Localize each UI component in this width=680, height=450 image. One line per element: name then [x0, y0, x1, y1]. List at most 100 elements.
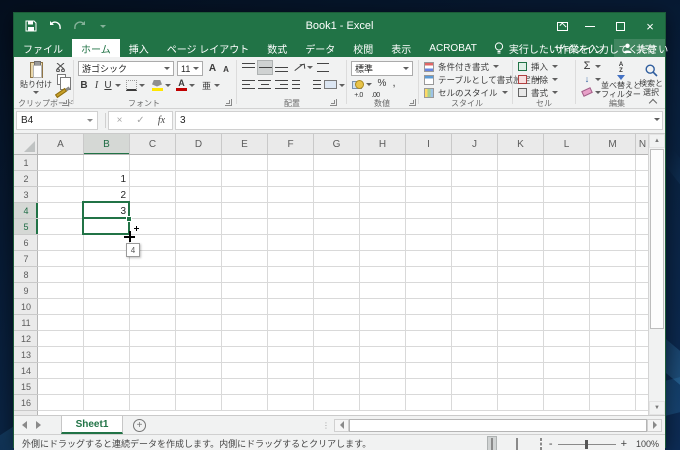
paste-button[interactable]: 貼り付け	[20, 60, 52, 96]
share-button[interactable]: 共有	[614, 39, 665, 57]
scroll-right-icon[interactable]	[647, 418, 662, 432]
fill-color-button[interactable]	[150, 78, 164, 92]
page-break-view-button[interactable]	[537, 437, 545, 450]
accounting-format-button[interactable]	[351, 78, 365, 90]
tab-data[interactable]: データ	[296, 39, 344, 57]
font-dialog-launcher-icon[interactable]	[225, 99, 232, 106]
zoom-out-button[interactable]: -	[549, 438, 553, 450]
number-dialog-launcher-icon[interactable]	[409, 99, 416, 106]
tab-view[interactable]: 表示	[382, 39, 420, 57]
borders-button[interactable]	[125, 79, 138, 92]
dropdown-icon[interactable]	[115, 84, 121, 87]
row-header-4[interactable]: 4	[14, 203, 38, 219]
column-header-L[interactable]: L	[544, 134, 590, 154]
tab-layout[interactable]: ページ レイアウト	[158, 39, 259, 57]
clipboard-dialog-launcher-icon[interactable]	[62, 99, 69, 106]
sign-in-button[interactable]: サインイン	[544, 41, 614, 56]
row-header-9[interactable]: 9	[14, 283, 38, 299]
vertical-scrollbar[interactable]: ▲ ▼	[648, 134, 665, 415]
decrease-indent-button[interactable]	[291, 78, 306, 91]
row-header-1[interactable]: 1	[14, 155, 38, 171]
copy-button[interactable]	[54, 73, 71, 90]
row-header-7[interactable]: 7	[14, 251, 38, 267]
font-name-combobox[interactable]: 游ゴシック	[78, 61, 174, 76]
insert-function-icon[interactable]: fx	[151, 115, 172, 126]
bottom-align-button[interactable]	[274, 61, 289, 74]
sheet-tab-sheet1[interactable]: Sheet1	[61, 416, 123, 434]
row-header-8[interactable]: 8	[14, 267, 38, 283]
dropdown-icon[interactable]	[189, 84, 195, 87]
tab-home[interactable]: ホーム	[72, 39, 120, 57]
percent-style-button[interactable]: %	[376, 77, 388, 90]
orientation-button[interactable]	[293, 61, 306, 74]
middle-align-button[interactable]	[257, 60, 273, 75]
top-align-button[interactable]	[241, 61, 256, 74]
row-header-16[interactable]: 16	[14, 395, 38, 411]
column-header-C[interactable]: C	[130, 134, 176, 154]
minimize-button[interactable]	[575, 13, 605, 39]
next-sheet-icon[interactable]	[36, 421, 41, 429]
cell-B4[interactable]: 3	[84, 203, 130, 219]
column-header-J[interactable]: J	[452, 134, 498, 154]
column-header-N[interactable]: N	[636, 134, 648, 154]
name-box[interactable]: B4	[16, 111, 98, 130]
collapse-ribbon-icon[interactable]	[650, 99, 657, 104]
horizontal-scrollbar[interactable]: ⋮	[322, 418, 662, 432]
fill-button[interactable]: ↓	[580, 73, 594, 85]
zoom-slider-thumb[interactable]	[584, 439, 588, 449]
row-header-14[interactable]: 14	[14, 363, 38, 379]
zoom-in-button[interactable]: +	[621, 438, 627, 450]
column-header-H[interactable]: H	[360, 134, 406, 154]
scroll-down-icon[interactable]: ▼	[649, 401, 665, 415]
scroll-left-icon[interactable]	[334, 418, 349, 432]
row-header-13[interactable]: 13	[14, 347, 38, 363]
tab-insert[interactable]: 挿入	[120, 39, 158, 57]
select-all-corner[interactable]	[14, 134, 38, 155]
column-header-D[interactable]: D	[176, 134, 222, 154]
cells-item-1[interactable]: 削除	[518, 73, 559, 86]
row-header-11[interactable]: 11	[14, 315, 38, 331]
enter-icon[interactable]: ✓	[130, 115, 151, 126]
column-header-E[interactable]: E	[222, 134, 268, 154]
clear-button[interactable]	[580, 86, 594, 98]
cell-B2[interactable]: 1	[84, 171, 130, 187]
column-header-I[interactable]: I	[406, 134, 452, 154]
increase-indent-button[interactable]	[307, 78, 322, 91]
column-header-F[interactable]: F	[268, 134, 314, 154]
previous-sheet-icon[interactable]	[22, 421, 27, 429]
normal-view-button[interactable]	[487, 436, 497, 450]
maximize-button[interactable]	[605, 13, 635, 39]
autosum-button[interactable]: Σ	[580, 60, 594, 72]
tab-file[interactable]: ファイル	[14, 39, 72, 57]
find-select-button[interactable]: 検索と 選択	[638, 60, 664, 100]
column-header-A[interactable]: A	[38, 134, 84, 154]
horizontal-scrollbar-thumb[interactable]	[349, 418, 647, 432]
row-header-6[interactable]: 6	[14, 235, 38, 251]
row-header-2[interactable]: 2	[14, 171, 38, 187]
column-header-G[interactable]: G	[314, 134, 360, 154]
cell-B3[interactable]: 2	[84, 187, 130, 203]
grow-font-button[interactable]: A	[206, 62, 219, 75]
ribbon-display-options-icon[interactable]	[549, 13, 575, 39]
wrap-text-button[interactable]	[316, 61, 330, 74]
formula-bar-splitter[interactable]	[98, 113, 106, 128]
align-left-button[interactable]	[241, 78, 256, 91]
row-header-5[interactable]: 5	[14, 219, 38, 235]
tab-review[interactable]: 校閲	[344, 39, 382, 57]
align-center-button[interactable]	[257, 78, 272, 91]
vertical-scrollbar-thumb[interactable]	[650, 149, 664, 329]
row-header-15[interactable]: 15	[14, 379, 38, 395]
dropdown-icon[interactable]	[339, 84, 345, 87]
expand-formula-bar-icon[interactable]	[654, 118, 660, 121]
page-layout-view-button[interactable]	[513, 437, 521, 450]
font-color-button[interactable]: A	[175, 78, 188, 92]
comma-style-button[interactable]: ,	[390, 76, 398, 89]
tab-splitter-icon[interactable]: ⋮	[322, 421, 331, 430]
column-header-B[interactable]: B	[84, 134, 130, 154]
cells-area[interactable]: 4 123	[38, 155, 650, 411]
row-header-12[interactable]: 12	[14, 331, 38, 347]
tab-acrobat[interactable]: ACROBAT	[420, 39, 486, 57]
row-header-3[interactable]: 3	[14, 187, 38, 203]
number-format-combobox[interactable]: 標準	[351, 61, 413, 76]
bold-button[interactable]: B	[78, 78, 90, 92]
